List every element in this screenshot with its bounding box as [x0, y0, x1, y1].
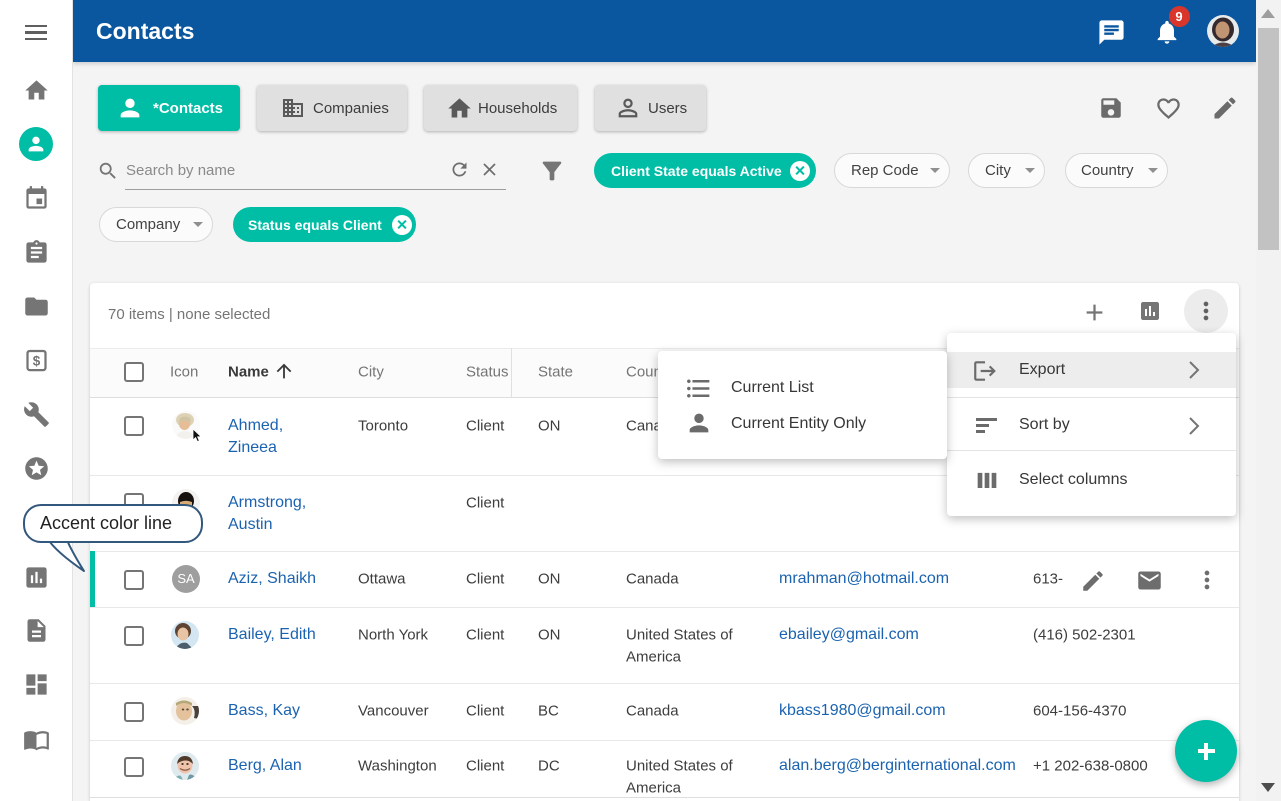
svg-text:$: $ [32, 353, 40, 368]
